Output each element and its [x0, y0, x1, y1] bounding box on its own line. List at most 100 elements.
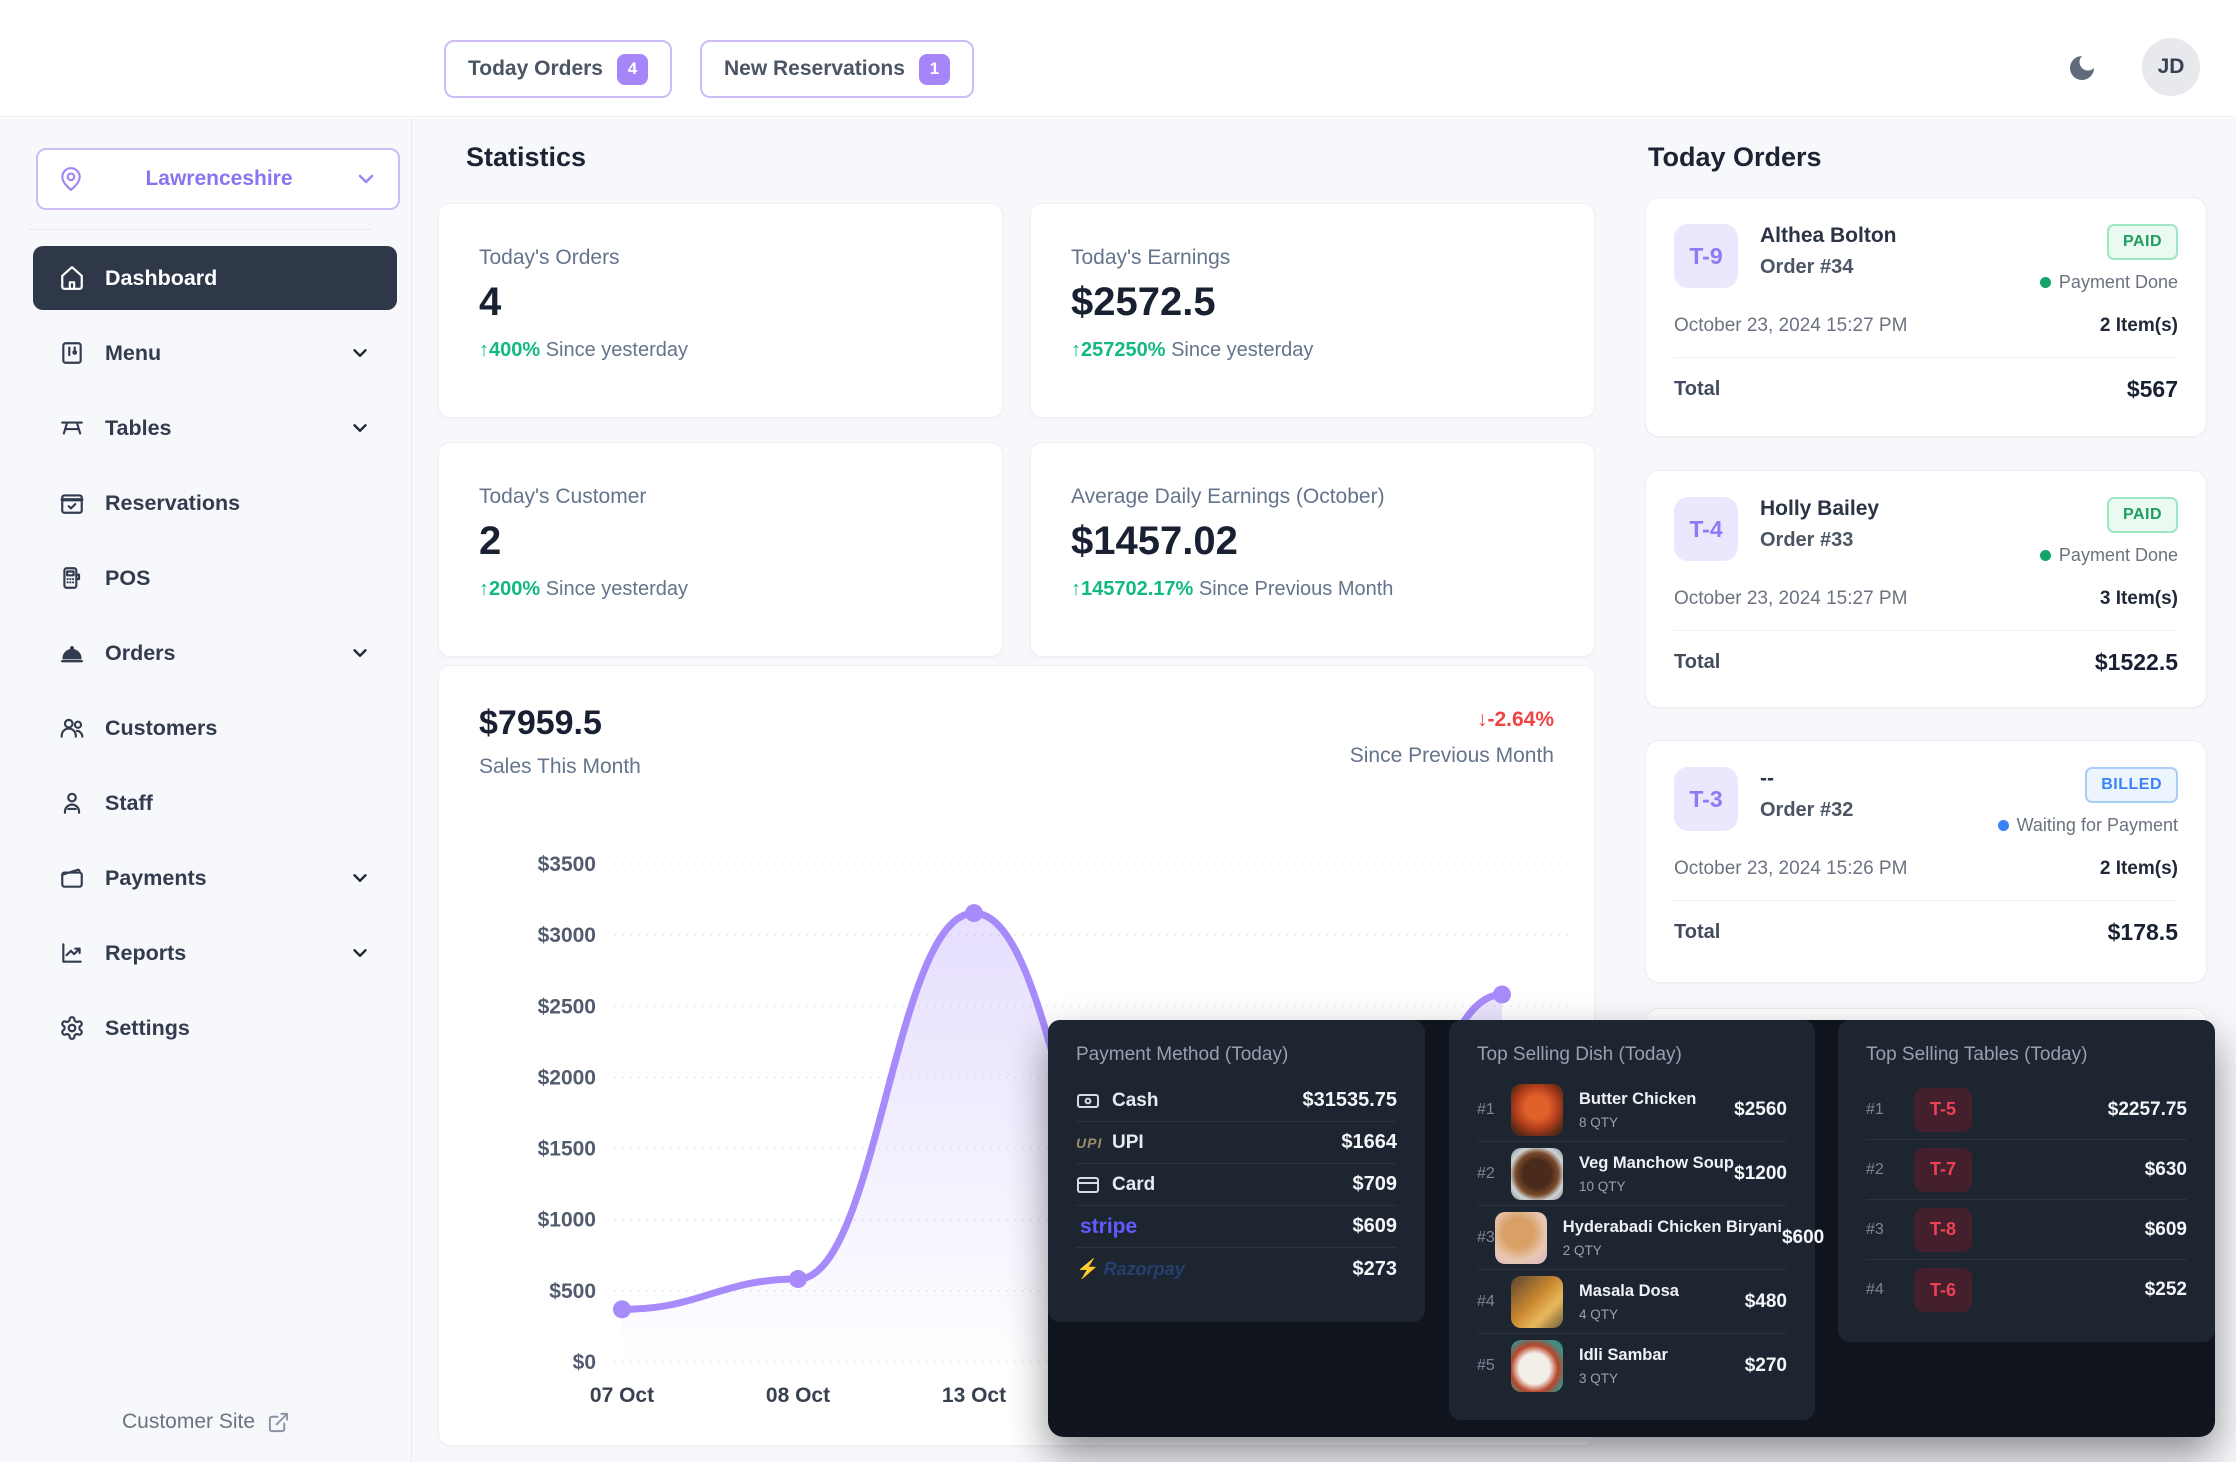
- status-dot: [1998, 820, 2009, 831]
- new-reservations-button[interactable]: New Reservations 1: [700, 40, 974, 98]
- sidebar-item-payments[interactable]: Payments: [33, 846, 397, 910]
- dish-row: #2 Veg Manchow Soup10 QTY $1200: [1477, 1142, 1787, 1206]
- location-selector[interactable]: Lawrenceshire: [36, 148, 400, 210]
- dish-row: #3 Hyderabadi Chicken Biryani2 QTY $600: [1477, 1206, 1787, 1270]
- stat-value: 2: [479, 519, 962, 564]
- top-selling-tables-panel: Top Selling Tables (Today) #1 T-5 $2257.…: [1838, 1020, 2215, 1342]
- stat-delta: ↑200% Since yesterday: [479, 578, 962, 601]
- status-badge: PAID: [2107, 497, 2178, 533]
- stat-label: Average Daily Earnings (October): [1071, 485, 1554, 509]
- customer-site-link[interactable]: Customer Site: [0, 1410, 412, 1434]
- sidebar-nav: Dashboard Menu Tables Reservations POS: [33, 246, 397, 1071]
- sidebar-item-reservations[interactable]: Reservations: [33, 471, 397, 535]
- app: Today Orders 4 New Reservations 1 JD Law…: [0, 0, 2236, 1462]
- sales-month-label: Sales This Month: [479, 755, 641, 779]
- chevron-down-icon: [349, 342, 371, 364]
- today-orders-button-label: Today Orders: [468, 57, 603, 81]
- order-number: Order #34: [1760, 256, 2040, 279]
- stat-card-todays-earnings: Today's Earnings $2572.5 ↑257250% Since …: [1030, 203, 1595, 418]
- summary-overlay: Payment Method (Today) Cash $31535.75 UP…: [1048, 1020, 2215, 1437]
- up-arrow-icon: ↑: [1071, 578, 1081, 600]
- table-icon: [59, 415, 85, 441]
- table-badge: T-3: [1674, 767, 1738, 831]
- dish-name: Veg Manchow Soup: [1579, 1154, 1734, 1172]
- payment-row: ⚡ Razorpay $273: [1076, 1248, 1397, 1290]
- sidebar-item-pos[interactable]: POS: [33, 546, 397, 610]
- table-badge: T-8: [1914, 1208, 1972, 1252]
- order-card[interactable]: T-4 Holly Bailey Order #33 PAID Payment …: [1645, 470, 2207, 708]
- stat-value: $1457.02: [1071, 519, 1554, 564]
- sidebar-item-label: Tables: [105, 416, 329, 441]
- chevron-down-icon: [349, 942, 371, 964]
- payment-amount: $273: [1353, 1258, 1398, 1281]
- sidebar-item-label: Reports: [105, 941, 329, 966]
- payment-amount: $709: [1353, 1173, 1398, 1196]
- dish-image: [1511, 1148, 1563, 1200]
- customer-name: Althea Bolton: [1760, 224, 2040, 248]
- today-orders-count-badge: 4: [617, 54, 648, 85]
- order-number: Order #32: [1760, 799, 1998, 822]
- chevron-down-icon: [354, 167, 378, 191]
- dark-mode-toggle[interactable]: [2058, 44, 2106, 92]
- svg-text:13 Oct: 13 Oct: [942, 1384, 1006, 1407]
- up-arrow-icon: ↑: [479, 339, 489, 361]
- stat-label: Today's Customer: [479, 485, 962, 509]
- sidebar-item-dashboard[interactable]: Dashboard: [33, 246, 397, 310]
- order-card[interactable]: T-3 -- Order #32 BILLED Waiting for Paym…: [1645, 740, 2207, 983]
- credit-card-icon: [1076, 1173, 1100, 1197]
- dish-image: [1511, 1340, 1563, 1392]
- order-card[interactable]: T-9 Althea Bolton Order #34 PAID Payment…: [1645, 197, 2207, 437]
- sidebar: Lawrenceshire Dashboard Menu Tables Rese…: [0, 118, 412, 1462]
- today-orders-button[interactable]: Today Orders 4: [444, 40, 672, 98]
- table-amount: $630: [2145, 1159, 2187, 1181]
- payment-method-label: Card: [1112, 1174, 1155, 1196]
- dish-amount: $270: [1745, 1355, 1787, 1377]
- stat-label: Today's Earnings: [1071, 246, 1554, 270]
- avatar[interactable]: JD: [2142, 38, 2200, 96]
- upi-logo-icon: UPI: [1076, 1135, 1102, 1151]
- stat-label: Today's Orders: [479, 246, 962, 270]
- sidebar-item-tables[interactable]: Tables: [33, 396, 397, 460]
- order-number: Order #33: [1760, 529, 2040, 552]
- calendar-check-icon: [59, 490, 85, 516]
- table-rank: #4: [1866, 1281, 1900, 1299]
- dish-image: [1511, 1084, 1563, 1136]
- external-link-icon: [267, 1411, 290, 1434]
- menu-book-icon: [59, 340, 85, 366]
- down-arrow-icon: ↓: [1477, 708, 1488, 731]
- stat-value: $2572.5: [1071, 280, 1554, 325]
- sidebar-item-label: Payments: [105, 866, 329, 891]
- sidebar-item-menu[interactable]: Menu: [33, 321, 397, 385]
- payment-panel-title: Payment Method (Today): [1076, 1044, 1397, 1066]
- dish-qty: 2 QTY: [1563, 1243, 1782, 1258]
- payment-row: UPI UPI $1664: [1076, 1122, 1397, 1164]
- payment-status: Payment Done: [2040, 272, 2178, 293]
- total-value: $567: [2127, 376, 2178, 403]
- up-arrow-icon: ↑: [1071, 339, 1081, 361]
- sidebar-item-settings[interactable]: Settings: [33, 996, 397, 1060]
- chevron-down-icon: [349, 417, 371, 439]
- svg-text:$2500: $2500: [538, 995, 596, 1018]
- sidebar-item-label: Staff: [105, 791, 371, 816]
- payment-status: Waiting for Payment: [1998, 815, 2178, 836]
- svg-text:$3500: $3500: [538, 853, 596, 876]
- sidebar-item-reports[interactable]: Reports: [33, 921, 397, 985]
- svg-text:$0: $0: [573, 1351, 596, 1374]
- dish-qty: 3 QTY: [1579, 1371, 1668, 1386]
- sidebar-item-customers[interactable]: Customers: [33, 696, 397, 760]
- status-dot: [2040, 277, 2051, 288]
- payment-row: Cash $31535.75: [1076, 1080, 1397, 1122]
- sales-month-delta: ↓-2.64%: [1350, 708, 1554, 732]
- sidebar-item-orders[interactable]: Orders: [33, 621, 397, 685]
- payment-status: Payment Done: [2040, 545, 2178, 566]
- status-badge: BILLED: [2085, 767, 2178, 803]
- order-items-count: 2 Item(s): [2100, 315, 2178, 337]
- sidebar-item-staff[interactable]: Staff: [33, 771, 397, 835]
- dish-image: [1495, 1212, 1547, 1264]
- order-date: October 23, 2024 15:26 PM: [1674, 858, 1907, 880]
- dish-rank: #5: [1477, 1357, 1511, 1375]
- statistics-title: Statistics: [466, 142, 586, 173]
- dish-panel-title: Top Selling Dish (Today): [1477, 1044, 1787, 1066]
- today-orders-title: Today Orders: [1648, 142, 1822, 173]
- customer-name: Holly Bailey: [1760, 497, 2040, 521]
